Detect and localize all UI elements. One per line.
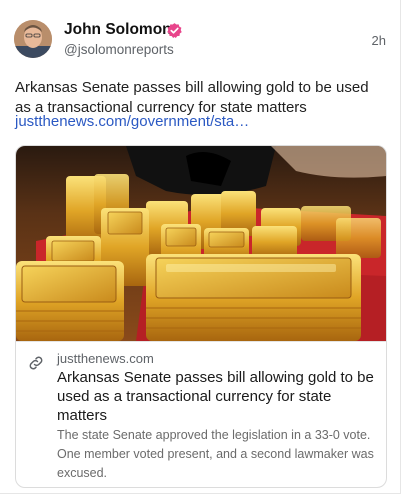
post-card[interactable]: John Solomon @jsolomonreports 2h Arkansa… (0, 0, 402, 500)
avatar[interactable] (14, 20, 52, 58)
card-meta[interactable]: justthenews.com Arkansas Senate passes b… (16, 341, 386, 487)
verified-badge-icon (166, 22, 183, 39)
post-link[interactable]: justthenews.com/government/sta… (15, 112, 249, 132)
link-icon (27, 354, 45, 372)
card-title[interactable]: Arkansas Senate passes bill allowing gol… (57, 368, 377, 425)
card-image-gold-bars[interactable] (16, 146, 386, 341)
card-domain: justthenews.com (57, 351, 154, 366)
author-handle[interactable]: @jsolomonreports (64, 42, 174, 57)
card-description: The state Senate approved the legislatio… (57, 428, 374, 480)
author-name[interactable]: John Solomon (64, 21, 172, 39)
link-preview-card[interactable]: justthenews.com Arkansas Senate passes b… (15, 145, 387, 488)
post-timestamp[interactable]: 2h (372, 33, 386, 48)
